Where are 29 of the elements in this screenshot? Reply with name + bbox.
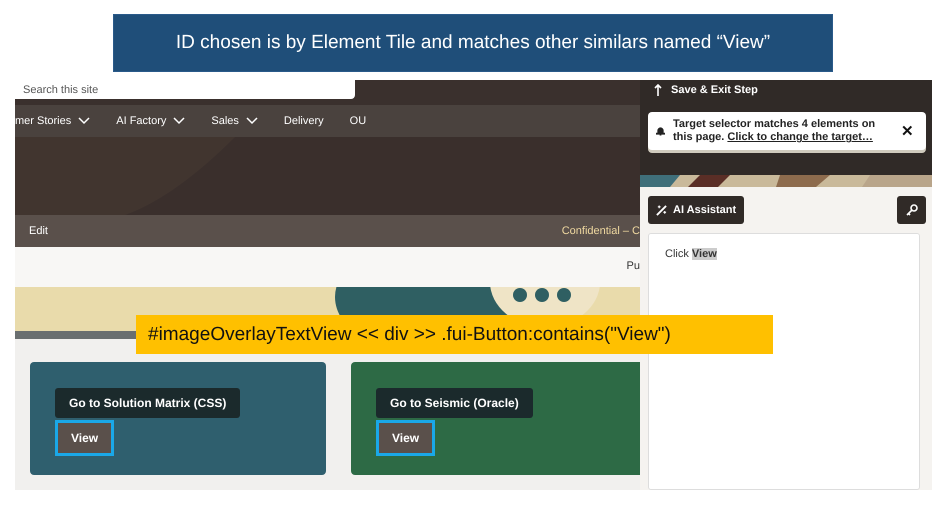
- arrow-up-icon: [654, 84, 662, 96]
- chevron-down-icon: [78, 117, 90, 125]
- chevron-down-icon: [173, 117, 186, 125]
- change-target-link[interactable]: Click to change the target…: [727, 131, 873, 144]
- key-icon: [906, 204, 918, 216]
- callout-banner: ID chosen is by Element Tile and matches other similars named “View”: [113, 14, 833, 72]
- nav-item[interactable]: Sales: [211, 115, 258, 127]
- nav-item[interactable]: OU: [350, 115, 366, 127]
- nav-item[interactable]: AI Factory: [116, 115, 186, 127]
- tile-title: Go to Seismic (Oracle): [376, 388, 533, 418]
- edit-link[interactable]: Edit: [29, 225, 48, 237]
- magic-wand-icon: [656, 204, 667, 216]
- close-button[interactable]: ✕: [897, 122, 918, 140]
- bell-icon: [656, 126, 665, 136]
- settings-button[interactable]: [897, 196, 926, 224]
- tile-title: Go to Solution Matrix (CSS): [55, 388, 240, 418]
- ai-assistant-button[interactable]: AI Assistant: [648, 196, 744, 224]
- chevron-down-icon: [246, 117, 258, 125]
- step-text: Click View: [665, 248, 718, 260]
- selector-callout: #imageOverlayTextView << div >> .fui-Button:contains("View"): [136, 315, 773, 354]
- sub-bar-label: Pu: [626, 260, 640, 272]
- save-exit-link[interactable]: Save & Exit Step: [648, 82, 926, 98]
- notification-message: Target selector matches 4 elements on this page. Click to change the target…: [673, 118, 876, 144]
- nav-item[interactable]: mer Stories: [15, 115, 90, 127]
- classification-label: Confidential – C: [562, 225, 640, 237]
- search-field[interactable]: Search this site: [15, 80, 355, 99]
- view-button[interactable]: View: [55, 420, 114, 456]
- view-button[interactable]: View: [376, 420, 436, 456]
- nav-item[interactable]: Delivery: [284, 115, 324, 127]
